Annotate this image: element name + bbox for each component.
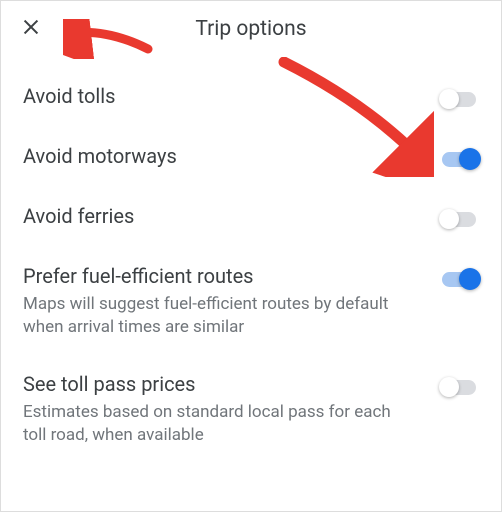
option-desc: Maps will suggest fuel-efficient routes … [23,293,399,339]
option-label: Avoid ferries [23,203,399,229]
header: Trip options [1,1,501,57]
toggle-avoid-ferries[interactable] [439,207,479,231]
option-label: Avoid tolls [23,83,399,109]
option-see-toll-pass-prices: See toll pass prices Estimates based on … [1,355,501,463]
option-text: Avoid tolls [23,83,439,109]
option-text: Avoid motorways [23,143,439,169]
option-desc: Estimates based on standard local pass f… [23,401,399,447]
toggle-see-toll-pass-prices[interactable] [439,375,479,399]
option-avoid-ferries: Avoid ferries [1,187,501,247]
option-avoid-tolls: Avoid tolls [1,67,501,127]
toggle-avoid-tolls[interactable] [439,87,479,111]
option-text: Avoid ferries [23,203,439,229]
close-button[interactable] [17,15,45,43]
option-text: See toll pass prices Estimates based on … [23,371,439,447]
option-label: See toll pass prices [23,371,399,397]
toggle-avoid-motorways[interactable] [439,147,479,171]
option-text: Prefer fuel-efficient routes Maps will s… [23,263,439,339]
close-icon [20,16,42,42]
option-label: Prefer fuel-efficient routes [23,263,399,289]
option-avoid-motorways: Avoid motorways [1,127,501,187]
page-title: Trip options [195,17,306,41]
option-prefer-fuel-efficient: Prefer fuel-efficient routes Maps will s… [1,247,501,355]
toggle-prefer-fuel-efficient[interactable] [439,267,479,291]
options-list: Avoid tolls Avoid motorways Avoid ferrie… [1,57,501,463]
option-label: Avoid motorways [23,143,399,169]
